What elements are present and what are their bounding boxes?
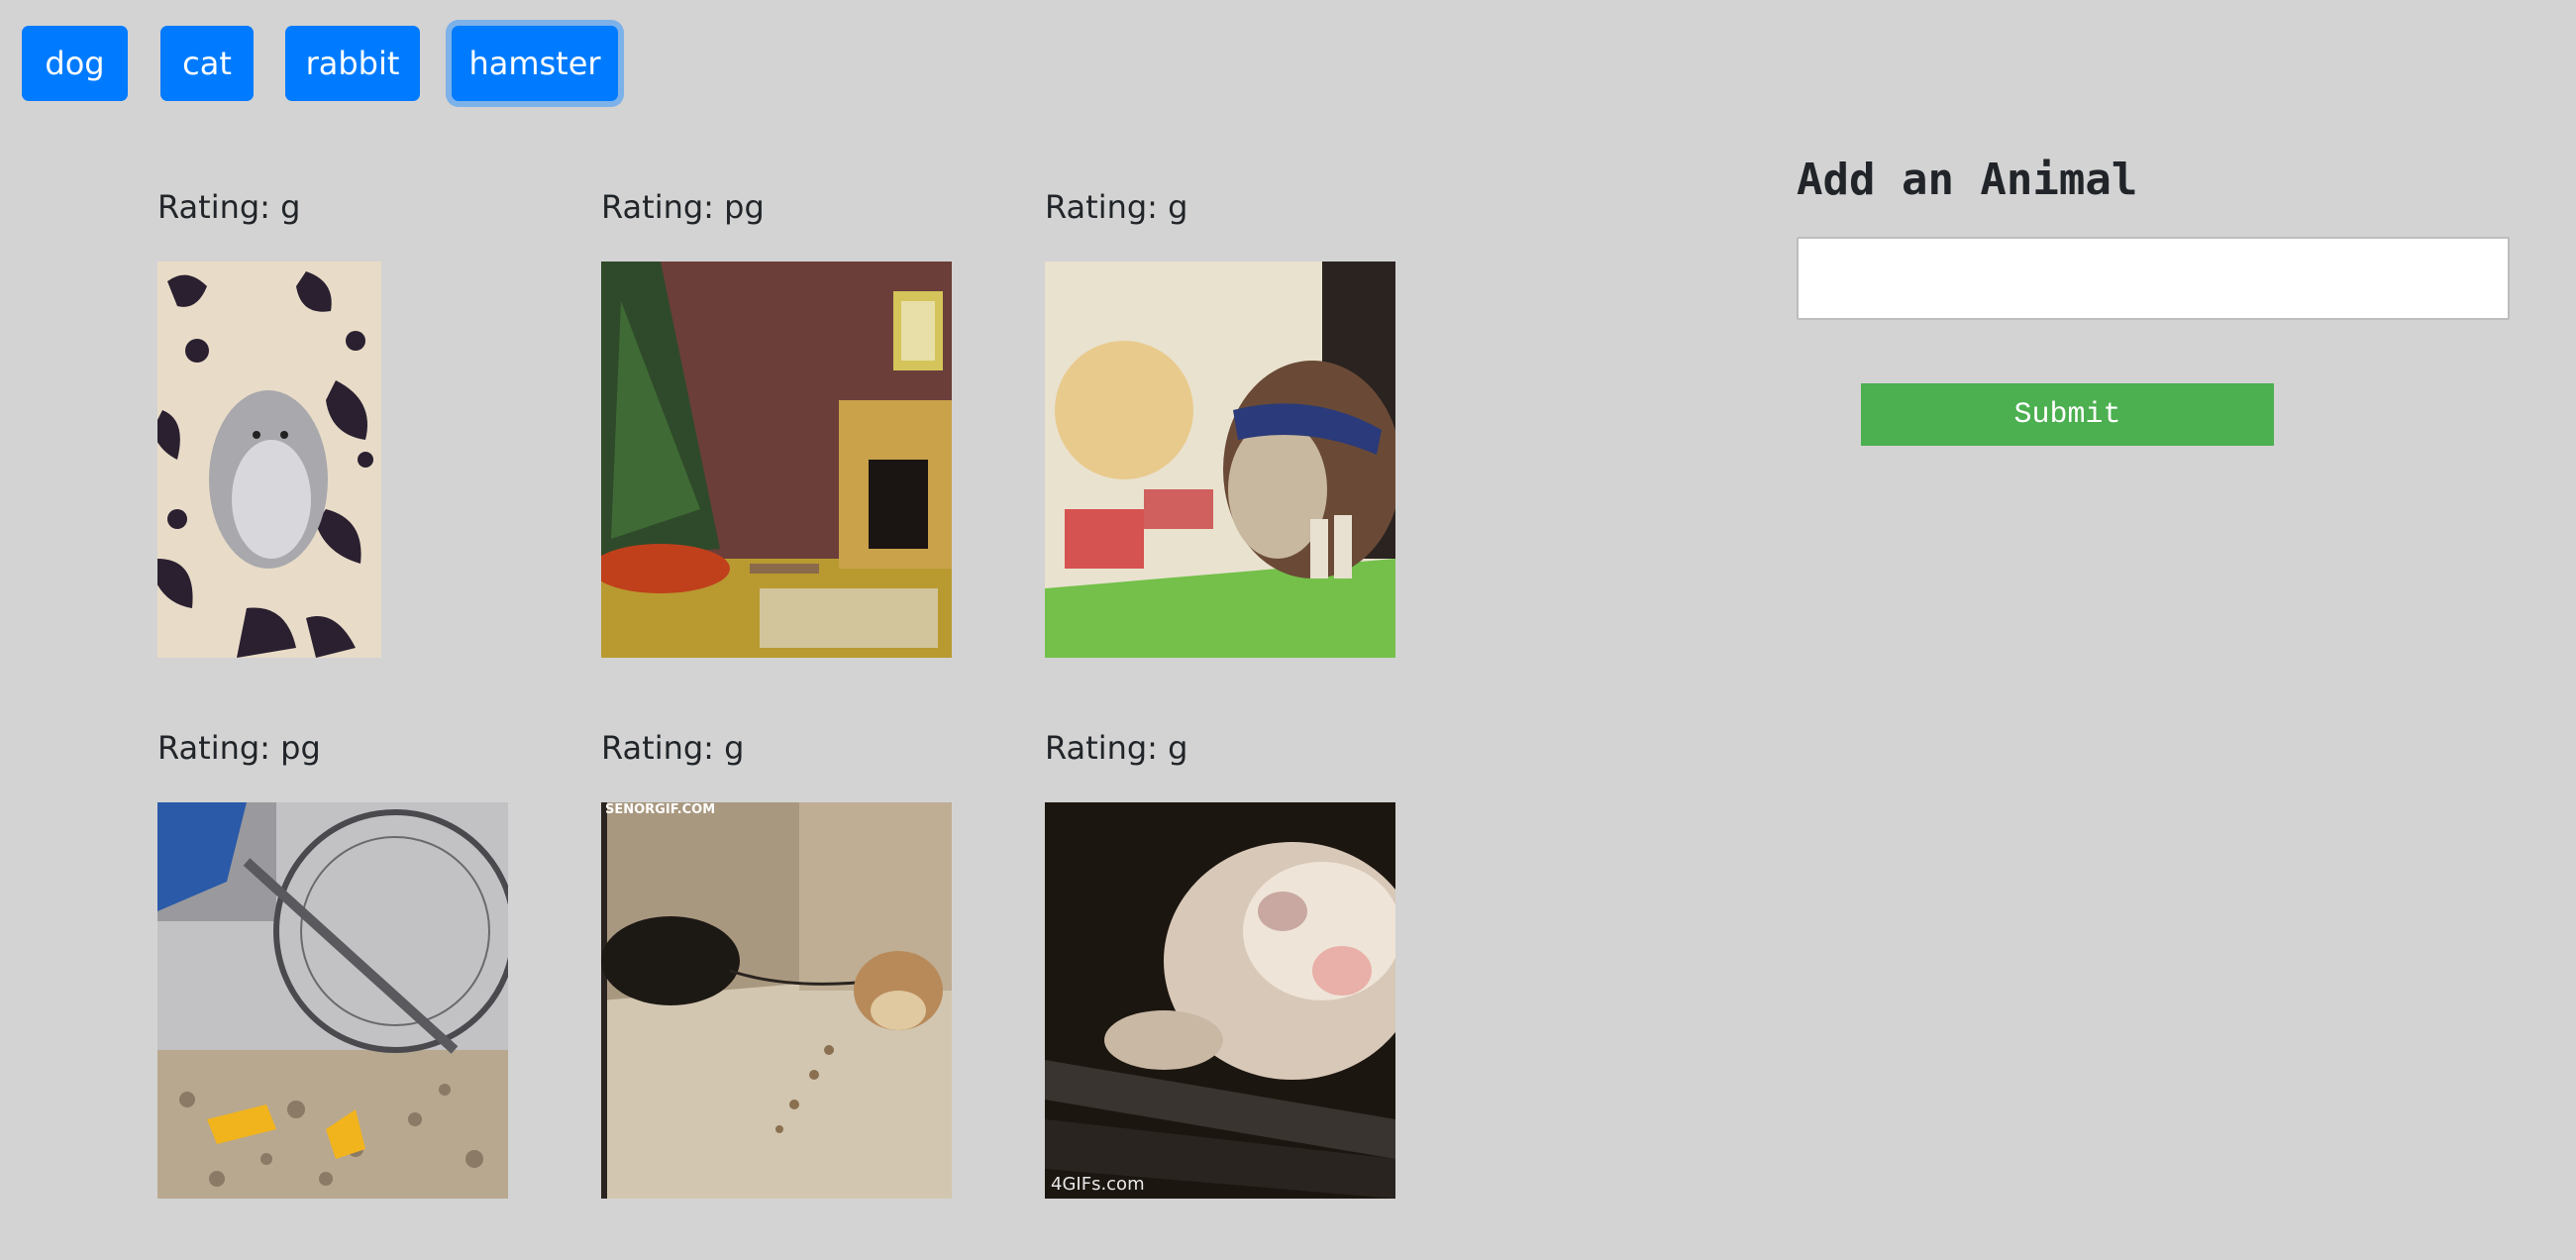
rating-label: Rating: g [157, 188, 301, 226]
rating-label: Rating: g [1045, 188, 1188, 226]
hamster-gif [157, 262, 381, 658]
hamster-gif [601, 262, 952, 658]
hamster-gif [157, 802, 508, 1199]
animal-button-dog[interactable]: dog [22, 26, 128, 101]
animal-input[interactable] [1797, 237, 2510, 320]
hamster-gif: SENORGIF.COM [601, 802, 952, 1199]
gif-watermark: 4GIFs.com [1051, 1174, 1145, 1195]
rating-label: Rating: g [601, 729, 745, 767]
rating-label: Rating: pg [601, 188, 765, 226]
gif-watermark: SENORGIF.COM [605, 802, 716, 817]
rating-label: Rating: pg [157, 729, 321, 767]
rating-label: Rating: g [1045, 729, 1188, 767]
animal-button-cat[interactable]: cat [160, 26, 254, 101]
form-title: Add an Animal [1797, 155, 2138, 205]
hamster-gif [1045, 262, 1395, 658]
animal-button-hamster[interactable]: hamster [452, 26, 618, 101]
submit-button[interactable]: Submit [1861, 383, 2274, 446]
hamster-gif: 4GIFs.com [1045, 802, 1395, 1199]
animal-button-rabbit[interactable]: rabbit [285, 26, 420, 101]
